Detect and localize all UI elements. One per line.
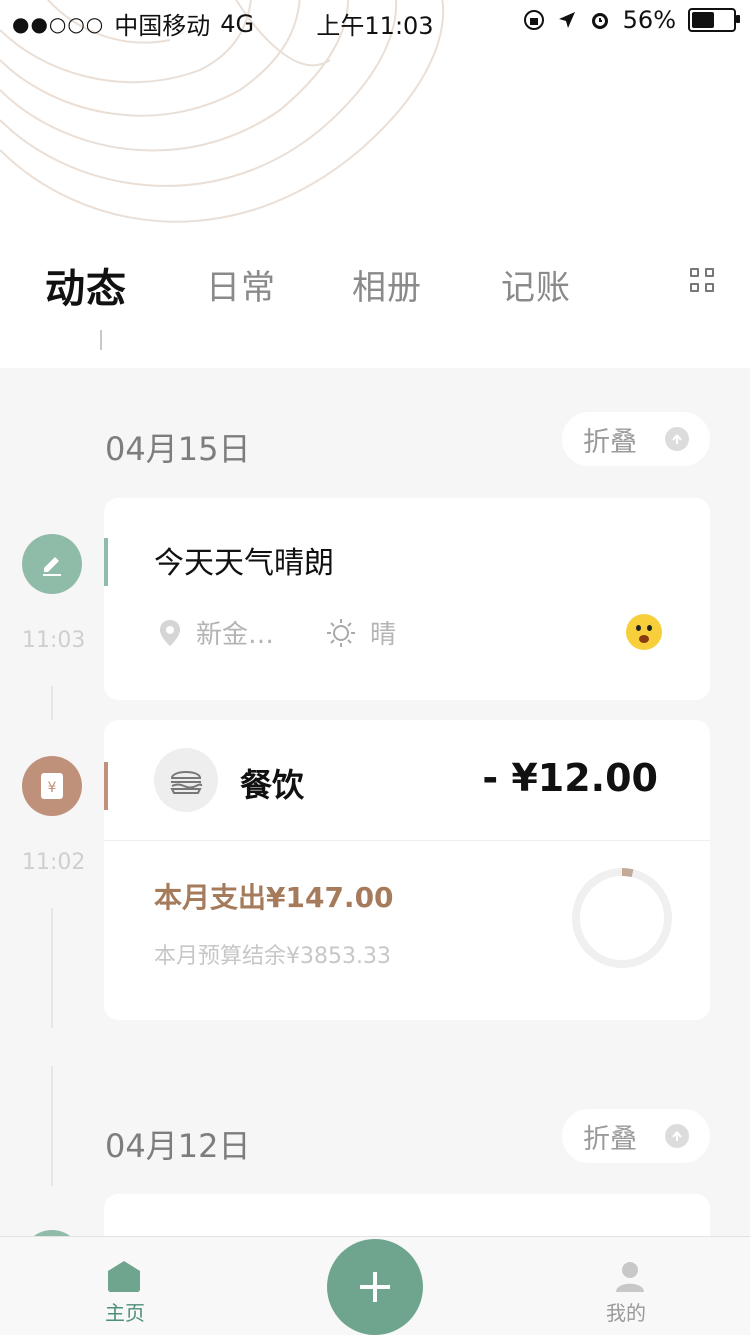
smiley-emoji-icon bbox=[626, 614, 662, 650]
date-heading: 04月15日 bbox=[105, 430, 251, 468]
bottom-nav: 主页 我的 bbox=[0, 1236, 750, 1335]
timeline-connector bbox=[51, 686, 53, 720]
accounting-node-icon: ¥ bbox=[22, 756, 82, 816]
plus-icon bbox=[360, 1272, 390, 1302]
home-icon bbox=[108, 1261, 140, 1292]
note-card[interactable]: 今天天气晴朗 新金… 晴 bbox=[104, 498, 710, 700]
note-node-icon bbox=[22, 534, 82, 594]
sun-icon bbox=[327, 618, 356, 647]
note-text: 今天天气晴朗 bbox=[154, 546, 334, 581]
note-meta: 新金… 晴 bbox=[158, 614, 396, 651]
date-heading: 04月12日 bbox=[105, 1127, 251, 1165]
expense-amount: - ¥12.00 bbox=[482, 756, 658, 800]
entry-time: 11:03 bbox=[22, 628, 86, 653]
battery-percent: 56% bbox=[622, 6, 676, 34]
location-arrow-icon bbox=[558, 12, 575, 28]
location-label: 新金… bbox=[196, 620, 275, 650]
burger-icon bbox=[154, 748, 218, 812]
location-pin-icon bbox=[160, 619, 180, 646]
tab-album[interactable]: 相册 bbox=[352, 260, 422, 309]
card-accent-bar bbox=[104, 538, 108, 586]
month-spend: 本月支出¥147.00 bbox=[154, 881, 394, 914]
budget-progress-ring bbox=[572, 868, 672, 968]
add-entry-button[interactable] bbox=[327, 1239, 423, 1335]
timeline-connector bbox=[51, 1066, 53, 1186]
fold-button[interactable]: 折叠 bbox=[562, 412, 710, 466]
fold-label: 折叠 bbox=[583, 1123, 637, 1155]
clock: 上午11:03 bbox=[316, 12, 434, 40]
timeline-connector bbox=[51, 908, 53, 1028]
month-budget-left: 本月预算结余¥3853.33 bbox=[154, 944, 391, 969]
fold-button[interactable]: 折叠 bbox=[562, 1109, 710, 1163]
card-divider bbox=[104, 840, 710, 841]
fold-label: 折叠 bbox=[583, 426, 637, 458]
status-bar: ●●○○○ 中国移动 4G 上午11:03 56% bbox=[0, 0, 750, 40]
alarm-icon bbox=[591, 13, 608, 29]
grid-menu-icon[interactable] bbox=[690, 268, 716, 294]
tab-daily[interactable]: 日常 bbox=[206, 260, 276, 309]
card-accent-bar bbox=[104, 762, 108, 810]
expense-card[interactable]: 餐饮 - ¥12.00 本月支出¥147.00 本月预算结余¥3853.33 bbox=[104, 720, 710, 1020]
weather-label: 晴 bbox=[370, 620, 397, 650]
entry-time: 11:02 bbox=[22, 850, 86, 875]
top-tabs: 动态 日常 相册 记账 bbox=[0, 250, 750, 312]
tab-accounting[interactable]: 记账 bbox=[501, 260, 571, 309]
user-icon bbox=[616, 1262, 644, 1292]
category-label: 餐饮 bbox=[240, 766, 305, 804]
tab-dynamics[interactable]: 动态 bbox=[45, 256, 127, 314]
nav-home-label: 主页 bbox=[105, 1301, 145, 1325]
svg-text:¥: ¥ bbox=[48, 780, 57, 796]
battery-icon bbox=[688, 8, 740, 32]
nav-mine-label: 我的 bbox=[606, 1301, 646, 1325]
carrier-label: 中国移动 bbox=[114, 12, 211, 40]
signal-strength-icon: ●●○○○ bbox=[12, 11, 105, 36]
arrow-up-icon bbox=[665, 427, 689, 451]
arrow-up-icon bbox=[665, 1124, 689, 1148]
tab-indicator bbox=[100, 330, 102, 350]
network-label: 4G bbox=[220, 9, 255, 38]
rotation-lock-icon bbox=[523, 10, 544, 30]
